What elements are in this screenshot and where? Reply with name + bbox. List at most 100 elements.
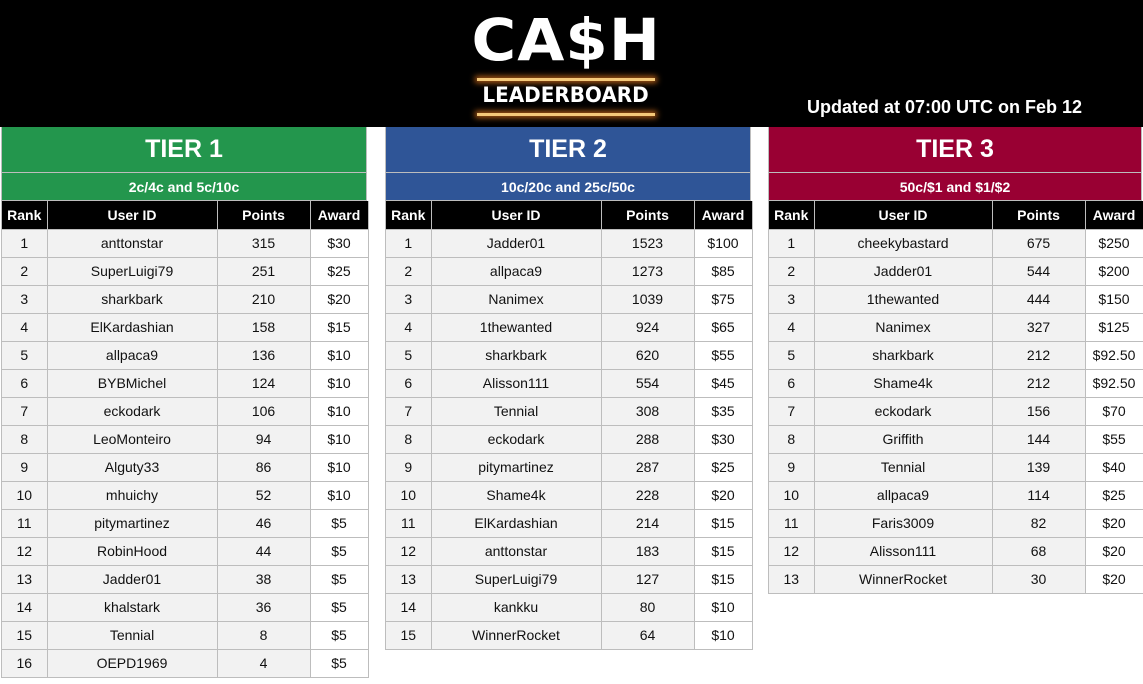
tier-title: TIER 3 [769,127,1142,173]
points-cell: 212 [992,369,1086,398]
rank-cell: 3 [386,285,432,314]
user-id-cell: Shame4k [814,369,993,398]
rank-cell: 9 [386,453,432,482]
user-id-cell: mhuichy [47,481,218,510]
award-cell: $10 [694,593,753,622]
rank-cell: 3 [769,285,815,314]
points-cell: 183 [601,537,695,566]
points-cell: 1273 [601,257,695,286]
user-id-cell: WinnerRocket [814,565,993,594]
header-bar: CA$H LEADERBOARD Updated at 07:00 UTC on… [0,0,1143,127]
award-cell: $92.50 [1085,369,1143,398]
award-cell: $20 [1085,509,1143,538]
award-cell: $40 [1085,453,1143,482]
user-id-cell: SuperLuigi79 [47,257,218,286]
award-cell: $15 [694,565,753,594]
points-cell: 46 [217,509,311,538]
leaderboard-table: Rank User ID Points Award 1 anttonstar 315 $30 2… [2,201,369,678]
points-cell: 106 [217,397,311,426]
award-cell: $5 [310,621,369,650]
table-row: 13 Jadder01 38 $5 [2,565,369,594]
points-column-header: Points [992,201,1086,230]
logo-title: CA$H [471,6,661,74]
table-row: 8 Griffith 144 $55 [769,425,1143,454]
award-cell: $20 [310,285,369,314]
points-cell: 94 [217,425,311,454]
user-id-cell: Jadder01 [431,229,602,258]
updated-timestamp: Updated at 07:00 UTC on Feb 12 [807,97,1083,117]
rank-cell: 12 [386,537,432,566]
table-row: 3 sharkbark 210 $20 [2,285,369,314]
rank-cell: 2 [386,257,432,286]
user-id-cell: khalstark [47,593,218,622]
rank-cell: 2 [769,257,815,286]
award-cell: $100 [694,229,753,258]
table-row: 5 sharkbark 212 $92.50 [769,341,1143,370]
award-cell: $20 [694,481,753,510]
user-id-cell: LeoMonteiro [47,425,218,454]
rank-cell: 8 [769,425,815,454]
table-row: 7 eckodark 156 $70 [769,397,1143,426]
user-id-cell: sharkbark [431,341,602,370]
tier-title: TIER 2 [386,127,751,173]
points-cell: 1039 [601,285,695,314]
user-id-cell: pitymartinez [431,453,602,482]
rank-cell: 7 [386,397,432,426]
table-row: 15 Tennial 8 $5 [2,621,369,650]
award-column-header: Award [310,201,369,230]
points-column-header: Points [217,201,311,230]
logo-subtitle: LEADERBOARD [482,83,650,107]
rank-cell: 13 [386,565,432,594]
user-id-cell: allpaca9 [47,341,218,370]
points-cell: 80 [601,593,695,622]
table-row: 4 1thewanted 924 $65 [386,313,753,342]
award-cell: $10 [310,481,369,510]
points-column-header: Points [601,201,695,230]
points-cell: 68 [992,537,1086,566]
table-row: 3 1thewanted 444 $150 [769,285,1143,314]
table-row: 11 pitymartinez 46 $5 [2,509,369,538]
user-id-cell: Jadder01 [814,257,993,286]
rank-cell: 6 [386,369,432,398]
table-row: 8 LeoMonteiro 94 $10 [2,425,369,454]
tier-2-panel: TIER 2 10c/20c and 25c/50c Rank User ID Poin… [385,127,753,650]
user-id-cell: allpaca9 [431,257,602,286]
points-cell: 44 [217,537,311,566]
table-row: 5 sharkbark 620 $55 [386,341,753,370]
points-cell: 251 [217,257,311,286]
points-cell: 114 [992,481,1086,510]
points-cell: 139 [992,453,1086,482]
award-cell: $10 [694,621,753,650]
points-cell: 82 [992,509,1086,538]
table-row: 10 allpaca9 114 $25 [769,481,1143,510]
award-cell: $65 [694,313,753,342]
tier-1-panel: TIER 1 2c/4c and 5c/10c Rank User ID Points A… [1,127,369,678]
rank-cell: 10 [769,481,815,510]
award-cell: $15 [310,313,369,342]
points-cell: 38 [217,565,311,594]
points-cell: 288 [601,425,695,454]
award-cell: $5 [310,509,369,538]
table-row: 2 allpaca9 1273 $85 [386,257,753,286]
points-cell: 144 [992,425,1086,454]
table-row: 12 anttonstar 183 $15 [386,537,753,566]
user-id-cell: ElKardashian [431,509,602,538]
user-id-cell: Alguty33 [47,453,218,482]
rank-cell: 5 [386,341,432,370]
user-id-cell: Tennial [431,397,602,426]
user-id-cell: cheekybastard [814,229,993,258]
points-cell: 214 [601,509,695,538]
points-cell: 30 [992,565,1086,594]
rank-cell: 14 [386,593,432,622]
award-cell: $25 [310,257,369,286]
table-row: 2 Jadder01 544 $200 [769,257,1143,286]
award-cell: $5 [310,649,369,678]
points-cell: 620 [601,341,695,370]
rank-cell: 11 [2,509,48,538]
award-cell: $30 [310,229,369,258]
table-row: 1 Jadder01 1523 $100 [386,229,753,258]
user-id-cell: kankku [431,593,602,622]
table-row: 15 WinnerRocket 64 $10 [386,621,753,650]
points-cell: 675 [992,229,1086,258]
user-id-cell: pitymartinez [47,509,218,538]
